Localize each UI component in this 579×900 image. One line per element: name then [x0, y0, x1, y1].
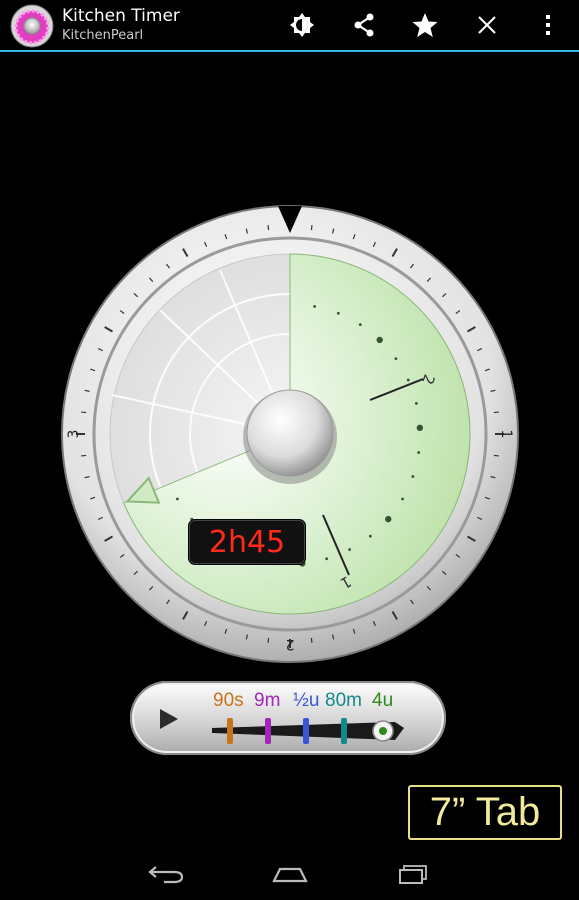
- home-icon: [272, 867, 308, 883]
- bezel-tick: [267, 637, 270, 643]
- bezel-number-1: 1: [498, 430, 514, 439]
- bezel-tick: [267, 225, 270, 231]
- recent-apps-button[interactable]: [388, 858, 438, 890]
- preset-half-hour[interactable]: ½u: [293, 690, 319, 712]
- inner-tick-dot: [401, 497, 404, 501]
- device-badge: 7” Tab: [408, 785, 562, 840]
- bezel-tick: [493, 411, 499, 414]
- bezel-tick: [310, 637, 313, 643]
- bezel-tick: [81, 411, 87, 414]
- preset-90s[interactable]: 90s: [213, 690, 244, 712]
- center-knob[interactable]: [246, 389, 334, 477]
- back-button[interactable]: [141, 858, 191, 890]
- inner-tick-dot: [325, 557, 329, 561]
- inner-tick-dot: [406, 378, 410, 382]
- preset-9m[interactable]: 9m: [254, 690, 280, 712]
- inner-tick-dot: [416, 424, 424, 432]
- inner-tick-dot: [313, 304, 317, 308]
- inner-tick-dot: [358, 323, 362, 327]
- preset-80m[interactable]: 80m: [325, 690, 362, 712]
- bezel-tick: [81, 454, 87, 457]
- recent-apps-icon: [399, 865, 427, 884]
- play-icon: [160, 709, 178, 729]
- play-button[interactable]: [154, 703, 182, 735]
- inner-tick-dot: [176, 497, 179, 501]
- inner-tick-dot: [385, 515, 392, 523]
- bezel-number-3: 3: [66, 430, 82, 439]
- inner-tick-dot: [368, 534, 372, 538]
- timer-dial[interactable]: 2 1 1 2 3: [0, 0, 579, 900]
- bezel-tick: [493, 454, 499, 457]
- home-button[interactable]: [265, 858, 315, 890]
- inner-tick-dot: [414, 401, 418, 405]
- inner-tick-dot: [417, 451, 421, 454]
- time-remaining-display: 2h45: [189, 520, 305, 564]
- back-icon: [148, 866, 184, 884]
- inner-tick-dot: [411, 475, 415, 478]
- bezel-tick: [310, 225, 313, 231]
- inner-tick-dot: [348, 548, 351, 551]
- inner-tick-dot: [376, 336, 383, 344]
- preset-4u[interactable]: 4u: [372, 690, 393, 712]
- inner-tick-dot: [336, 311, 340, 315]
- inner-tick-dot: [394, 357, 398, 360]
- bezel-number-2: 2: [286, 636, 295, 652]
